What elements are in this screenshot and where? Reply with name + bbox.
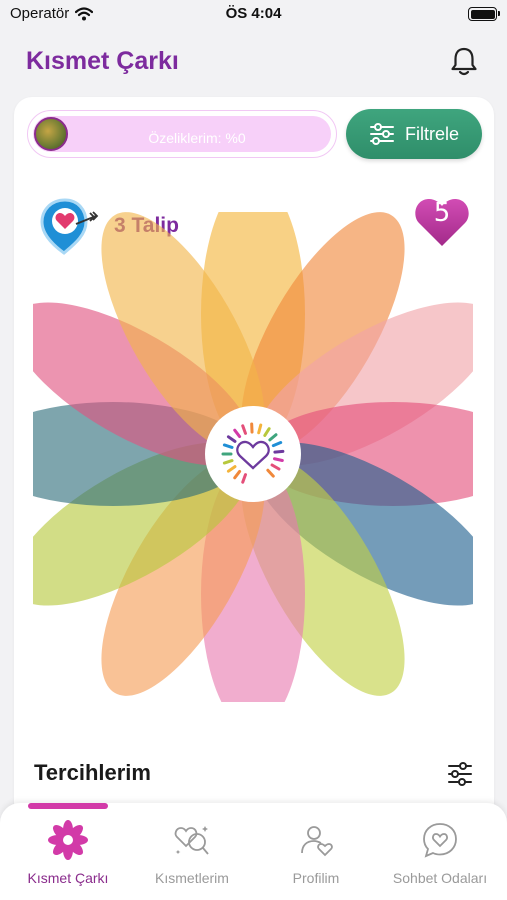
- tab-label: Profilim: [292, 870, 340, 886]
- progress-track: Özeliklerim: %0: [33, 116, 331, 152]
- tab-label: Kısmet Çarkı: [27, 870, 109, 886]
- page-title: Kısmet Çarkı: [26, 47, 179, 75]
- fortune-wheel[interactable]: [33, 212, 473, 702]
- avatar[interactable]: [34, 117, 68, 151]
- filter-button[interactable]: Filtrele: [346, 109, 482, 159]
- user-heart-icon: [301, 826, 333, 857]
- tab-label: Sohbet Odaları: [392, 870, 488, 886]
- chat-heart-icon: [423, 823, 457, 858]
- flower-icon: [48, 820, 88, 860]
- tab-label: Kısmetlerim: [155, 870, 229, 886]
- battery-icon: [468, 7, 500, 21]
- tab-kismet-carki[interactable]: Kısmet Çarkı: [5, 820, 131, 886]
- wheel-center[interactable]: [205, 406, 301, 502]
- tab-profilim[interactable]: Profilim: [253, 820, 379, 886]
- tab-kismetlerim[interactable]: Kısmetlerim: [129, 820, 255, 886]
- preferences-title: Tercihlerim: [34, 760, 151, 785]
- filter-label: Filtrele: [404, 123, 459, 144]
- tab-sohbet-odalari[interactable]: Sohbet Odaları: [377, 820, 503, 886]
- progress-label: Özeliklerim: %0: [148, 130, 246, 146]
- status-bar: Operatör ÖS 4:04: [0, 0, 507, 30]
- sliders-icon[interactable]: [447, 761, 473, 787]
- bell-icon[interactable]: [447, 45, 481, 79]
- sliders-icon: [369, 123, 394, 145]
- active-tab-indicator: [28, 803, 108, 809]
- profile-progress[interactable]: Özeliklerim: %0: [27, 110, 337, 158]
- hearts-search-icon: [174, 826, 209, 855]
- status-time: ÖS 4:04: [225, 5, 282, 22]
